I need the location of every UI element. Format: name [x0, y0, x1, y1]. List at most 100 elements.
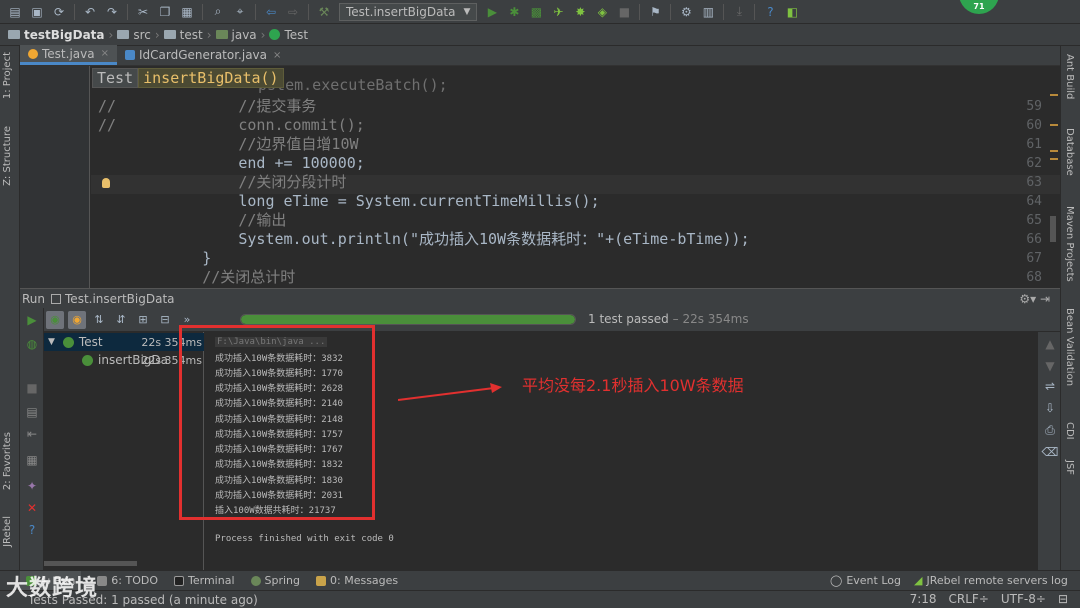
collapse-all-icon[interactable]: ⊟: [156, 311, 174, 329]
code-line: long eTime = System.currentTimeMillis();: [130, 192, 600, 210]
back-icon[interactable]: ⇦: [262, 3, 280, 21]
expand-all-icon[interactable]: ⊞: [134, 311, 152, 329]
show-passed-icon[interactable]: ◉: [46, 310, 64, 329]
jrebel-debug-icon[interactable]: ✸: [571, 3, 589, 21]
breadcrumb-method-name[interactable]: insertBigData(): [138, 68, 284, 88]
warning-marker[interactable]: [1050, 94, 1058, 96]
sort-duration-icon[interactable]: ⇵: [112, 311, 130, 329]
tree-horizontal-scrollbar[interactable]: [44, 561, 137, 566]
line-separator[interactable]: CRLF÷: [949, 592, 989, 606]
show-ignored-icon[interactable]: ◉: [68, 310, 86, 329]
breadcrumb-project[interactable]: testBigData: [8, 28, 105, 42]
find-icon[interactable]: ⌕: [209, 3, 227, 21]
ant-build-tool-tab[interactable]: Ant Build: [1064, 54, 1075, 99]
tab-idcardgenerator-java[interactable]: IdCardGenerator.java ×: [117, 45, 289, 65]
stop-icon[interactable]: ■: [24, 380, 40, 396]
download-icon[interactable]: ⤓: [730, 3, 748, 21]
breadcrumb-class-name[interactable]: Test: [92, 68, 139, 88]
close-icon[interactable]: ×: [101, 48, 109, 59]
sort-alpha-icon[interactable]: ⇅: [90, 311, 108, 329]
jrebel-icon[interactable]: ◧: [783, 3, 801, 21]
copy-icon[interactable]: ❐: [156, 3, 174, 21]
open-icon[interactable]: ▤: [6, 3, 24, 21]
breadcrumb-test[interactable]: test: [163, 28, 203, 42]
paste-icon[interactable]: ▦: [178, 3, 196, 21]
rerun-icon[interactable]: ▶: [24, 312, 40, 328]
breadcrumb-class[interactable]: Test: [269, 28, 308, 42]
run-config-select[interactable]: Test.insertBigData ▼: [339, 2, 478, 21]
tab-spring[interactable]: Spring: [250, 574, 300, 587]
file-encoding[interactable]: UTF-8÷: [1001, 592, 1046, 606]
test-progress-fill: [241, 315, 575, 324]
tab-test-java[interactable]: Test.java ×: [20, 45, 117, 65]
layout-icon[interactable]: ▦: [24, 452, 40, 468]
down-icon[interactable]: ▼: [1042, 358, 1058, 374]
exit-icon[interactable]: ⇤: [24, 426, 40, 442]
panel-settings-icon[interactable]: ⚙▾ ⇥: [1019, 292, 1050, 306]
sync-icon[interactable]: ⟳: [50, 3, 68, 21]
debug-icon[interactable]: ✱: [505, 3, 523, 21]
caret-position[interactable]: 7:18: [910, 592, 937, 606]
up-icon[interactable]: ▲: [1042, 336, 1058, 352]
event-log-icon: ◯: [830, 574, 843, 587]
tab-terminal[interactable]: Terminal: [174, 574, 235, 587]
code-editor[interactable]: pstem.executeBatch(); Test insertBigData…: [20, 66, 1060, 288]
help-icon[interactable]: ?: [761, 3, 779, 21]
vcs-icon[interactable]: ⚑: [646, 3, 664, 21]
help-icon[interactable]: ?: [24, 522, 40, 538]
maven-projects-tool-tab[interactable]: Maven Projects: [1064, 206, 1075, 282]
print-icon[interactable]: ⎙: [1042, 422, 1058, 438]
close-icon[interactable]: ×: [273, 50, 281, 61]
lock-icon[interactable]: ⊟: [1058, 592, 1068, 606]
replace-icon[interactable]: ⌖: [231, 3, 249, 21]
restore-layout-icon[interactable]: ▤: [24, 404, 40, 420]
breadcrumb-java[interactable]: java: [215, 28, 257, 42]
forward-icon[interactable]: ⇨: [284, 3, 302, 21]
run-icon[interactable]: ▶: [483, 3, 501, 21]
expand-arrow-icon[interactable]: ▼: [48, 337, 55, 347]
stop-icon[interactable]: ■: [615, 3, 633, 21]
structure-tool-tab[interactable]: Z: Structure: [2, 126, 13, 186]
project-structure-icon[interactable]: ▥: [699, 3, 717, 21]
profile-icon[interactable]: ◈: [593, 3, 611, 21]
cut-icon[interactable]: ✂: [134, 3, 152, 21]
main-toolbar: ▤ ▣ ⟳ ↶ ↷ ✂ ❐ ▦ ⌕ ⌖ ⇦ ⇨ ⚒ Test.insertBig…: [0, 0, 1080, 24]
undo-icon[interactable]: ↶: [81, 3, 99, 21]
warning-marker[interactable]: [1050, 150, 1058, 152]
warning-marker[interactable]: [1050, 158, 1058, 160]
scroll-end-icon[interactable]: ⇩: [1042, 400, 1058, 416]
jrebel-run-icon[interactable]: ✈: [549, 3, 567, 21]
cdi-tool-tab[interactable]: CDI: [1064, 422, 1075, 440]
soft-wrap-icon[interactable]: ⇌: [1042, 378, 1058, 394]
breadcrumb-src[interactable]: src: [117, 28, 151, 42]
code-line: //提交事务: [130, 97, 317, 115]
lightbulb-icon[interactable]: [102, 178, 110, 188]
code-line-partial: pstem.executeBatch();: [258, 76, 448, 94]
editor-tabs: Test.java × IdCardGenerator.java ×: [20, 45, 1060, 66]
redo-icon[interactable]: ↷: [103, 3, 121, 21]
build-icon[interactable]: ⚒: [315, 3, 333, 21]
database-tool-tab[interactable]: Database: [1064, 128, 1075, 176]
warning-marker[interactable]: [1050, 124, 1058, 126]
coverage-icon[interactable]: ▩: [527, 3, 545, 21]
bean-validation-tool-tab[interactable]: Bean Validation: [1064, 308, 1075, 386]
scrollbar-thumb[interactable]: [1050, 216, 1056, 242]
settings-icon[interactable]: ⚙: [677, 3, 695, 21]
tab-event-log[interactable]: ◯ Event Log: [830, 574, 901, 587]
tab-jrebel-log[interactable]: ◢ JRebel remote servers log: [914, 574, 1068, 587]
close-icon[interactable]: ✕: [24, 500, 40, 516]
tab-todo[interactable]: 6: TODO: [97, 574, 158, 587]
save-icon[interactable]: ▣: [28, 3, 46, 21]
run-panel-config[interactable]: Test.insertBigData: [65, 292, 175, 306]
favorites-tool-tab[interactable]: 2: Favorites: [2, 432, 13, 490]
jrebel-tool-tab[interactable]: JRebel: [2, 516, 13, 547]
jsf-tool-tab[interactable]: JSF: [1064, 460, 1075, 475]
pin-icon[interactable]: ✦: [24, 478, 40, 494]
project-tool-tab[interactable]: 1: Project: [2, 52, 13, 99]
chevron-right-icon: ›: [154, 27, 160, 42]
clear-icon[interactable]: ⌫: [1042, 444, 1059, 460]
chevron-down-icon: ▼: [463, 6, 471, 17]
tab-messages[interactable]: 0: Messages: [316, 574, 398, 587]
rerun-failed-icon[interactable]: ◍: [24, 336, 40, 352]
code-line: //输出: [130, 211, 287, 229]
